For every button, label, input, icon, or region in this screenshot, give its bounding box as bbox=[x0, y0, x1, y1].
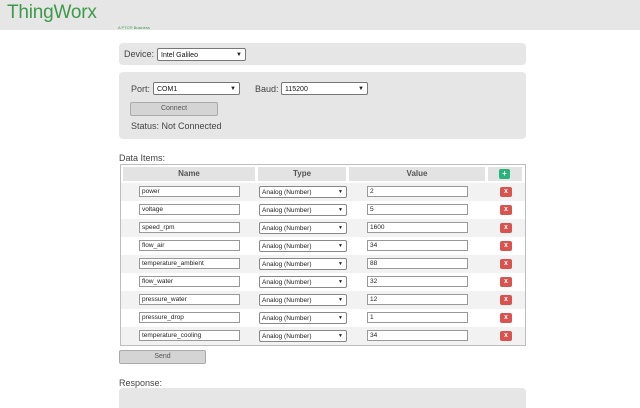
chevron-down-icon: ▼ bbox=[230, 86, 236, 92]
delete-item-button[interactable]: x bbox=[500, 277, 512, 287]
chevron-down-icon: ▼ bbox=[338, 225, 343, 231]
table-row: flow_water Analog (Number) ▼ 32 x bbox=[121, 273, 525, 291]
item-type-value: Analog (Number) bbox=[262, 207, 312, 214]
device-select-value: Intel Galileo bbox=[161, 52, 198, 59]
item-value-input[interactable]: 12 bbox=[367, 294, 468, 305]
baud-select-value: 115200 bbox=[285, 86, 308, 93]
item-type-select[interactable]: Analog (Number) ▼ bbox=[259, 222, 347, 234]
chevron-down-icon: ▼ bbox=[338, 333, 343, 339]
item-name-input[interactable]: power bbox=[139, 186, 240, 197]
item-type-value: Analog (Number) bbox=[262, 315, 312, 322]
table-row: temperature_ambient Analog (Number) ▼ 88 x bbox=[121, 255, 525, 273]
item-value-input[interactable]: 88 bbox=[367, 258, 468, 269]
item-type-value: Analog (Number) bbox=[262, 333, 312, 340]
chevron-down-icon: ▼ bbox=[338, 243, 343, 249]
device-label: Device: bbox=[124, 49, 155, 59]
send-button[interactable]: Send bbox=[119, 350, 206, 364]
item-type-value: Analog (Number) bbox=[262, 189, 312, 196]
item-type-value: Analog (Number) bbox=[262, 261, 312, 268]
item-type-select[interactable]: Analog (Number) ▼ bbox=[259, 204, 347, 216]
item-value-input[interactable]: 5 bbox=[367, 204, 468, 215]
item-name-input[interactable]: flow_water bbox=[139, 276, 240, 287]
chevron-down-icon: ▼ bbox=[338, 261, 343, 267]
item-type-value: Analog (Number) bbox=[262, 279, 312, 286]
item-type-select[interactable]: Analog (Number) ▼ bbox=[259, 312, 347, 324]
delete-item-button[interactable]: x bbox=[500, 205, 512, 215]
column-header-name: Name bbox=[123, 167, 255, 181]
baud-label: Baud: bbox=[255, 84, 279, 94]
item-name-input[interactable]: temperature_cooling bbox=[139, 330, 240, 341]
port-select-value: COM1 bbox=[157, 86, 178, 93]
item-value-input[interactable]: 1600 bbox=[367, 222, 468, 233]
column-header-type: Type bbox=[258, 167, 346, 181]
device-select[interactable]: Intel Galileo ▼ bbox=[157, 48, 246, 61]
delete-item-button[interactable]: x bbox=[500, 295, 512, 305]
item-name-input[interactable]: temperature_ambient bbox=[139, 258, 240, 269]
item-value-input[interactable]: 34 bbox=[367, 240, 468, 251]
table-row: voltage Analog (Number) ▼ 5 x bbox=[121, 201, 525, 219]
table-row: power Analog (Number) ▼ 2 x bbox=[121, 183, 525, 201]
delete-item-button[interactable]: x bbox=[500, 187, 512, 197]
chevron-down-icon: ▼ bbox=[338, 189, 343, 195]
data-items-label: Data Items: bbox=[119, 153, 166, 163]
item-type-value: Analog (Number) bbox=[262, 225, 312, 232]
data-items-table: Name Type Value + power Analog (Number) ▼ 2… bbox=[120, 164, 526, 346]
port-select[interactable]: COM1 ▼ bbox=[153, 82, 240, 95]
item-type-select[interactable]: Analog (Number) ▼ bbox=[259, 258, 347, 270]
delete-item-button[interactable]: x bbox=[500, 331, 512, 341]
table-row: temperature_cooling Analog (Number) ▼ 34 x bbox=[121, 327, 525, 345]
item-type-value: Analog (Number) bbox=[262, 243, 312, 250]
item-type-select[interactable]: Analog (Number) ▼ bbox=[259, 330, 347, 342]
response-panel bbox=[119, 388, 526, 408]
add-item-button[interactable]: + bbox=[499, 169, 510, 179]
chevron-down-icon: ▼ bbox=[338, 207, 343, 213]
table-row: flow_air Analog (Number) ▼ 34 x bbox=[121, 237, 525, 255]
connect-button[interactable]: Connect bbox=[130, 102, 218, 116]
item-type-select[interactable]: Analog (Number) ▼ bbox=[259, 186, 347, 198]
brand-tagline: A PTC® Business bbox=[118, 25, 150, 30]
chevron-down-icon: ▼ bbox=[338, 315, 343, 321]
column-header-actions: + bbox=[488, 167, 522, 181]
port-label: Port: bbox=[131, 84, 151, 94]
item-value-input[interactable]: 1 bbox=[367, 312, 468, 323]
column-header-value: Value bbox=[349, 167, 485, 181]
response-label: Response: bbox=[119, 378, 163, 388]
chevron-down-icon: ▼ bbox=[358, 86, 364, 92]
item-value-input[interactable]: 34 bbox=[367, 330, 468, 341]
connection-panel: Port: COM1 ▼ Baud: 115200 ▼ Connect Stat… bbox=[119, 72, 526, 139]
table-row: speed_rpm Analog (Number) ▼ 1600 x bbox=[121, 219, 525, 237]
item-type-select[interactable]: Analog (Number) ▼ bbox=[259, 240, 347, 252]
delete-item-button[interactable]: x bbox=[500, 223, 512, 233]
delete-item-button[interactable]: x bbox=[500, 259, 512, 269]
delete-item-button[interactable]: x bbox=[500, 241, 512, 251]
item-name-input[interactable]: flow_air bbox=[139, 240, 240, 251]
connection-status: Status: Not Connected bbox=[131, 121, 222, 131]
delete-item-button[interactable]: x bbox=[500, 313, 512, 323]
chevron-down-icon: ▼ bbox=[338, 279, 343, 285]
item-value-input[interactable]: 2 bbox=[367, 186, 468, 197]
item-name-input[interactable]: voltage bbox=[139, 204, 240, 215]
table-row: pressure_drop Analog (Number) ▼ 1 x bbox=[121, 309, 525, 327]
item-value-input[interactable]: 32 bbox=[367, 276, 468, 287]
chevron-down-icon: ▼ bbox=[236, 52, 242, 58]
app-header: ThingWorx A PTC® Business bbox=[0, 0, 640, 30]
item-type-value: Analog (Number) bbox=[262, 297, 312, 304]
item-name-input[interactable]: pressure_water bbox=[139, 294, 240, 305]
chevron-down-icon: ▼ bbox=[338, 297, 343, 303]
item-name-input[interactable]: pressure_drop bbox=[139, 312, 240, 323]
thingworx-logo: ThingWorx bbox=[7, 2, 97, 23]
table-row: pressure_water Analog (Number) ▼ 12 x bbox=[121, 291, 525, 309]
item-type-select[interactable]: Analog (Number) ▼ bbox=[259, 294, 347, 306]
device-panel: Device: Intel Galileo ▼ bbox=[119, 43, 526, 65]
item-type-select[interactable]: Analog (Number) ▼ bbox=[259, 276, 347, 288]
item-name-input[interactable]: speed_rpm bbox=[139, 222, 240, 233]
baud-select[interactable]: 115200 ▼ bbox=[281, 82, 368, 95]
